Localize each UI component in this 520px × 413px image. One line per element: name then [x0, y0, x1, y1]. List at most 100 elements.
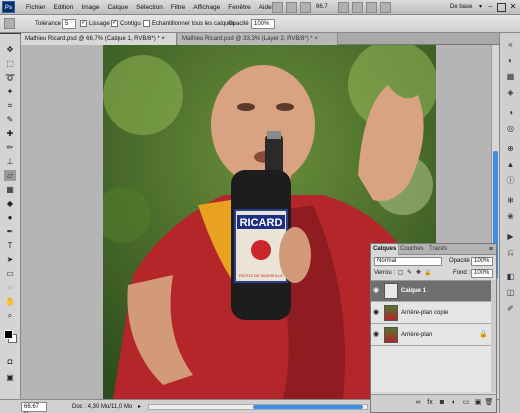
grid-icon[interactable]: [366, 2, 377, 13]
opacity-input[interactable]: 100%: [251, 19, 275, 29]
layers-panel-icon[interactable]: ◧: [505, 271, 516, 282]
panel-menu-icon[interactable]: ≡: [489, 244, 493, 255]
new-layer-icon[interactable]: ▣: [473, 398, 483, 408]
horizontal-scrollbar[interactable]: [148, 404, 368, 410]
masks-panel-icon[interactable]: ◎: [505, 123, 516, 134]
path-select-tool-icon[interactable]: ➤: [4, 254, 16, 265]
dodge-tool-icon[interactable]: ●: [4, 212, 16, 223]
eye-icon[interactable]: ◉: [373, 309, 380, 316]
menu-calque[interactable]: Calque: [103, 0, 132, 15]
hand-tool-icon[interactable]: ✋: [4, 296, 16, 307]
rotate-view-icon[interactable]: [352, 2, 363, 13]
add-mask-icon[interactable]: ◙: [437, 398, 447, 408]
close-button[interactable]: ✕: [508, 2, 518, 12]
clone-source-panel-icon[interactable]: ❀: [505, 211, 516, 222]
move-tool-icon[interactable]: ✥: [4, 44, 16, 55]
contigu-checkbox[interactable]: ✓: [111, 20, 118, 27]
tab-traces[interactable]: Tracés: [427, 244, 449, 255]
healing-tool-icon[interactable]: ✚: [4, 128, 16, 139]
tab-document-2[interactable]: Mathieu Ricard.psd @ 33,3% (Layer 2, RVB…: [178, 33, 338, 45]
screen-mode-tool-icon[interactable]: ▣: [4, 372, 16, 383]
status-arrow-icon[interactable]: ▸: [138, 400, 141, 413]
foreground-color-swatch[interactable]: [4, 330, 13, 339]
layers-scrollbar[interactable]: [491, 280, 496, 392]
zoom-tool-icon[interactable]: ⌕: [4, 310, 16, 321]
eye-icon[interactable]: ◉: [373, 331, 380, 338]
minimize-button[interactable]: –: [486, 3, 495, 12]
menu-filtre[interactable]: Filtre: [167, 0, 189, 15]
blur-tool-icon[interactable]: ◆: [4, 198, 16, 209]
paths-panel-icon[interactable]: ✐: [505, 303, 516, 314]
maximize-button[interactable]: [497, 3, 506, 12]
lasso-tool-icon[interactable]: ➰: [4, 72, 16, 83]
gradient-tool-icon[interactable]: ▦: [4, 184, 16, 195]
magic-wand-tool-icon[interactable]: ✦: [4, 86, 16, 97]
eye-icon[interactable]: ◉: [373, 287, 380, 294]
blend-mode-select[interactable]: Normal: [374, 257, 442, 266]
zoom-view-icon[interactable]: [300, 2, 311, 13]
brushes-panel-icon[interactable]: ✻: [505, 195, 516, 206]
adjustments-panel-icon[interactable]: ◑: [505, 107, 516, 118]
marquee-tool-icon[interactable]: ⬚: [4, 58, 16, 69]
color-panel-icon[interactable]: ◐: [505, 55, 516, 66]
quick-mask-icon[interactable]: ◘: [4, 356, 16, 367]
bridge-icon[interactable]: [272, 2, 283, 13]
crop-tool-icon[interactable]: ⌗: [4, 100, 16, 111]
screen-mode-icon[interactable]: [380, 2, 391, 13]
document-info[interactable]: Doc : 4,30 Mo/11,0 Mo: [72, 400, 132, 413]
channels-panel-icon[interactable]: ◫: [505, 287, 516, 298]
history-panel-icon[interactable]: ⎌: [505, 247, 516, 258]
tab-calques[interactable]: Calques: [371, 244, 400, 255]
eraser-tool-icon[interactable]: ▱: [4, 170, 16, 181]
link-layers-icon[interactable]: ∞: [413, 398, 423, 408]
3d-tool-icon[interactable]: ◌: [4, 282, 16, 293]
menu-fichier[interactable]: Fichier: [22, 0, 50, 15]
tab-couches[interactable]: Couches: [398, 244, 426, 255]
new-group-icon[interactable]: ▭: [461, 398, 471, 408]
info-panel-icon[interactable]: ⓘ: [505, 175, 516, 186]
collapse-panels-icon[interactable]: «: [505, 39, 516, 50]
menu-affichage[interactable]: Affichage: [189, 0, 224, 15]
delete-layer-icon[interactable]: 🗑: [484, 398, 494, 408]
eyedropper-tool-icon[interactable]: ✎: [4, 114, 16, 125]
menu-image[interactable]: Image: [77, 0, 103, 15]
lock-transparency-icon[interactable]: ▢: [397, 270, 404, 277]
layer-row-arriere-plan[interactable]: ◉ Arrière-plan 🔒: [371, 325, 491, 346]
brush-tool-icon[interactable]: ✏: [4, 142, 16, 153]
fill-input[interactable]: 100%: [471, 269, 493, 278]
layer-style-icon[interactable]: fx: [425, 398, 435, 408]
hand-view-icon[interactable]: [286, 2, 297, 13]
layer-row-arriere-plan-copie[interactable]: ◉ Arrière-plan copie: [371, 303, 491, 324]
layer-row-calque-1[interactable]: ◉ Calque 1: [371, 281, 491, 302]
actions-panel-icon[interactable]: ▶: [505, 231, 516, 242]
navigator-panel-icon[interactable]: ⊕: [505, 143, 516, 154]
arrange-icon[interactable]: [338, 2, 349, 13]
workspace-switcher[interactable]: De base: [436, 2, 472, 13]
echantillon-checkbox[interactable]: [143, 20, 150, 27]
type-tool-icon[interactable]: T: [4, 240, 16, 251]
layer-lock-icon: 🔒: [479, 331, 488, 338]
lock-all-icon[interactable]: 🔒: [424, 270, 431, 277]
styles-panel-icon[interactable]: ◈: [505, 87, 516, 98]
menu-selection[interactable]: Sélection: [132, 0, 167, 15]
echantillon-label: Echantillonner tous les calques: [152, 21, 235, 27]
lock-pixels-icon[interactable]: ✎: [406, 270, 413, 277]
tab-document-1[interactable]: Mathieu Ricard.psd @ 66,7% (Calque 1, RV…: [21, 33, 177, 45]
histogram-panel-icon[interactable]: ▲: [505, 159, 516, 170]
zoom-field[interactable]: 66.67 %: [21, 402, 47, 413]
menu-fenetre[interactable]: Fenêtre: [224, 0, 254, 15]
shape-tool-icon[interactable]: ▭: [4, 268, 16, 279]
swatches-panel-icon[interactable]: ▦: [505, 71, 516, 82]
adjustment-layer-icon[interactable]: ◐: [449, 398, 459, 408]
photoshop-logo: Ps: [2, 1, 15, 13]
zoom-level[interactable]: 66.7: [316, 0, 328, 15]
lock-position-icon[interactable]: ✥: [415, 270, 422, 277]
tolerance-input[interactable]: 5: [62, 19, 76, 29]
pen-tool-icon[interactable]: ✒: [4, 226, 16, 237]
horizontal-scroll-thumb[interactable]: [253, 405, 363, 409]
stamp-tool-icon[interactable]: ⊥: [4, 156, 16, 167]
magic-eraser-icon[interactable]: [4, 18, 15, 29]
layer-opacity-input[interactable]: 100%: [471, 257, 493, 266]
lissage-checkbox[interactable]: ✓: [80, 20, 87, 27]
menu-edition[interactable]: Edition: [50, 0, 78, 15]
